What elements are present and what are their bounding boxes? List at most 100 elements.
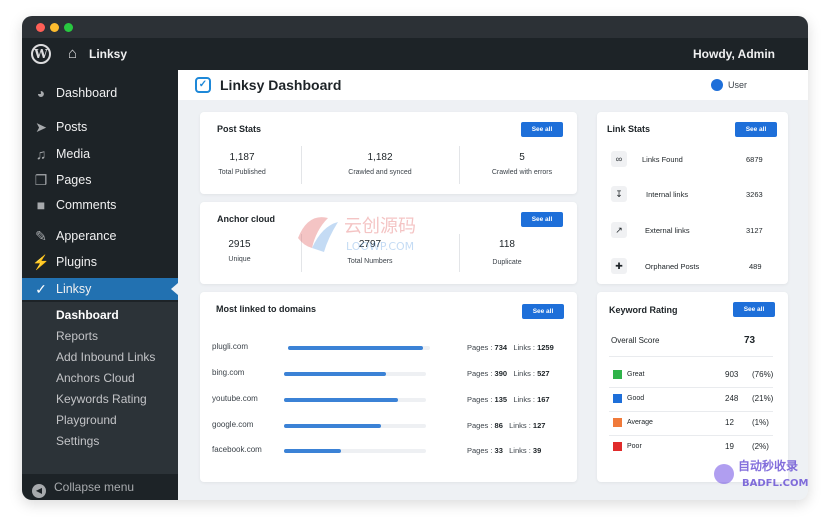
domain-name[interactable]: youtube.com [212, 394, 258, 403]
stat-label: Crawled and synced [348, 169, 412, 176]
sidebar-item-label: Media [56, 147, 91, 161]
domain-bar-fill [284, 372, 387, 376]
domain-name[interactable]: google.com [212, 420, 253, 429]
linksy-icon: ✓ [35, 281, 47, 297]
stat-value: 118 [499, 239, 515, 250]
post-stats-see-all-button[interactable]: See all [521, 122, 563, 137]
home-icon[interactable]: ⌂ [68, 45, 77, 62]
submenu-reports[interactable]: Reports [56, 329, 98, 343]
domain-bar-track [284, 424, 426, 428]
rating-label: Good [627, 395, 645, 402]
stat-label: Total Numbers [347, 258, 393, 265]
close-window-button[interactable] [36, 23, 45, 32]
sidebar-item-pages[interactable]: ❐ Pages [22, 169, 178, 191]
stat-label: Crawled with errors [491, 169, 553, 176]
site-name-link[interactable]: Linksy [89, 47, 127, 61]
link-stat-label: Orphaned Posts [645, 262, 700, 271]
admin-sidebar: ◕ Dashboard ➤ Posts ♫ Media ❐ Pages ■ Co… [22, 70, 178, 500]
links-value: 167 [537, 395, 550, 404]
sidebar-item-label: Posts [56, 120, 88, 134]
divider [609, 387, 773, 388]
link-stat-label: Internal links [646, 190, 689, 199]
browser-window: W ⌂ Linksy Howdy, Admin ◕ Dashboard ➤ Po… [22, 16, 808, 500]
anchor-cloud-see-all-button[interactable]: See all [521, 212, 563, 227]
sidebar-item-linksy[interactable]: ✓ Linksy [22, 278, 178, 300]
domain-bar-fill [288, 346, 423, 350]
watermark-text: 云创源码 [344, 216, 416, 237]
watermark-badge: 自动秒收录 BADFL.COM [714, 458, 809, 489]
submenu-settings[interactable]: Settings [56, 434, 99, 448]
link-stat-value: 3127 [746, 226, 763, 235]
maximize-window-button[interactable] [64, 23, 73, 32]
submenu-playground[interactable]: Playground [56, 413, 117, 427]
sidebar-item-appearance[interactable]: ✎ Apperance [22, 225, 178, 247]
minimize-window-button[interactable] [50, 23, 59, 32]
sidebar-item-plugins[interactable]: ⚡ Plugins [22, 251, 178, 273]
rating-count: 248 [725, 394, 739, 403]
card-title: Keyword Rating [609, 305, 678, 315]
rating-percent: (1%) [752, 418, 769, 427]
stat-value: 1,187 [229, 152, 255, 163]
stat-value: 2915 [228, 239, 251, 250]
link-stats-see-all-button[interactable]: See all [735, 122, 777, 137]
collapse-menu-button[interactable]: ◀ Collapse menu [32, 480, 134, 498]
domain-name[interactable]: plugli.com [212, 342, 248, 351]
domains-see-all-button[interactable]: See all [522, 304, 564, 319]
pages-label: Pages : [467, 369, 493, 378]
watermark-logo: 云创源码 LOOWP.COM [298, 216, 416, 253]
sidebar-item-label: Pages [56, 173, 92, 187]
links-value: 1259 [537, 343, 554, 352]
wordpress-logo-icon[interactable]: W [31, 44, 51, 64]
divider [609, 411, 773, 412]
keyword-rating-see-all-button[interactable]: See all [733, 302, 775, 317]
domains-card: Most linked to domains See all plugli.co… [200, 292, 577, 482]
links-value: 39 [532, 446, 542, 455]
linksy-logo-icon: ✓ [195, 77, 211, 93]
domain-name[interactable]: facebook.com [212, 445, 262, 454]
overall-score-label: Overall Score [611, 336, 660, 345]
post-stats-card: Post Stats See all 1,187 Total Published… [200, 112, 577, 194]
domain-bar-fill [284, 449, 341, 453]
overall-score-value: 73 [744, 335, 756, 346]
sidebar-item-posts[interactable]: ➤ Posts [22, 116, 178, 138]
watermark-text: BADFL.COM [742, 478, 809, 489]
pages-label: Pages : [467, 395, 493, 404]
page-title: Linksy Dashboard [220, 77, 342, 93]
pages-label: Pages : [467, 343, 493, 352]
domain-meta: Pages : 390 Links : 527 [467, 369, 550, 378]
domain-meta: Pages : 734 Links : 1259 [467, 343, 554, 352]
pages-label: Pages : [467, 446, 493, 455]
stat-label: Total Published [218, 169, 266, 176]
domain-meta: Pages : 86 Links : 127 [467, 421, 545, 430]
sidebar-item-label: Apperance [56, 229, 117, 243]
link-stat-value: 489 [749, 262, 762, 271]
rating-color-swatch [613, 394, 622, 403]
user-avatar[interactable] [711, 79, 723, 91]
divider [609, 356, 773, 357]
domain-bar-track [284, 449, 426, 453]
comment-icon: ■ [36, 197, 46, 213]
rating-label: Average [627, 419, 653, 426]
watermark-text: 自动秒收录 [738, 458, 798, 473]
collapse-arrow-icon: ◀ [32, 484, 46, 498]
link-icon: ∞ [611, 151, 627, 167]
link-stat-value: 3263 [746, 190, 763, 199]
account-menu[interactable]: Howdy, Admin [693, 47, 775, 61]
submenu-keywords-rating[interactable]: Keywords Rating [56, 392, 147, 406]
user-label[interactable]: User [728, 80, 747, 90]
domain-name[interactable]: bing.com [212, 368, 244, 377]
links-label: Links : [513, 343, 535, 352]
card-title: Link Stats [607, 124, 651, 134]
domain-bar-track [284, 372, 426, 376]
sidebar-item-dashboard[interactable]: ◕ Dashboard [22, 82, 178, 104]
dashboard-header: ✓ Linksy Dashboard User [178, 70, 808, 100]
rating-count: 903 [725, 370, 739, 379]
rating-count: 12 [725, 418, 734, 427]
domain-bar-fill [284, 424, 381, 428]
gauge-icon: ◕ [36, 85, 46, 101]
submenu-anchors-cloud[interactable]: Anchors Cloud [56, 371, 135, 385]
sidebar-item-media[interactable]: ♫ Media [22, 143, 178, 165]
submenu-add-inbound-links[interactable]: Add Inbound Links [56, 350, 155, 364]
submenu-dashboard[interactable]: Dashboard [56, 308, 119, 322]
sidebar-item-comments[interactable]: ■ Comments [22, 194, 178, 216]
